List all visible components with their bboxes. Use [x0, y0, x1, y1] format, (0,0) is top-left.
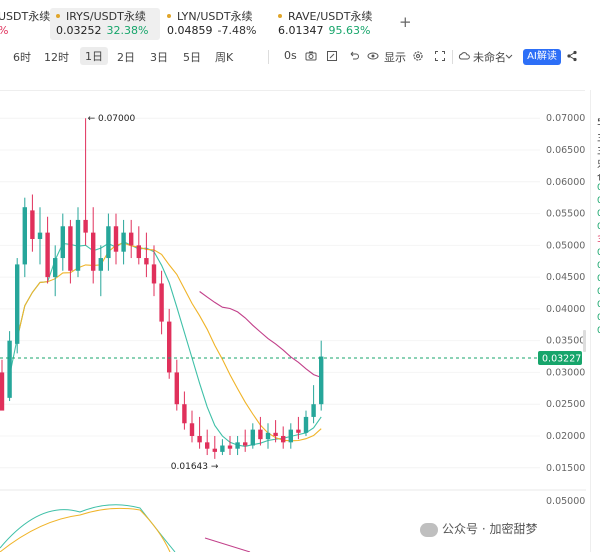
y-tick-label: 0.03000: [546, 367, 585, 378]
candle-down: [68, 226, 73, 271]
y-tick-label: 0.07000: [546, 113, 585, 124]
candle-down: [258, 429, 263, 440]
candle-up: [106, 226, 111, 259]
candle-down: [159, 283, 164, 322]
subpane-line-fast: [0, 504, 176, 552]
y-tick-label: 0.04500: [546, 272, 585, 283]
candle-up: [319, 356, 324, 405]
candle-up: [235, 442, 240, 449]
candle-up: [250, 429, 255, 446]
high-marker-label: ← 0.07000: [88, 114, 136, 124]
y-tick-label: 0.06500: [546, 145, 585, 156]
candle-up: [60, 226, 65, 259]
candle-down: [91, 232, 96, 271]
watermark-text: 公众号 · 加密甜梦: [442, 522, 538, 536]
price-markers: 0.03227 ← 0.07000 0.01643 →: [0, 114, 582, 472]
candle-down: [197, 435, 202, 443]
candle-down: [129, 232, 134, 246]
candle-up: [288, 429, 293, 443]
candlestick-series: [0, 118, 324, 459]
y-tick-label: 0.03500: [546, 336, 585, 347]
low-marker-label: 0.01643 →: [171, 462, 219, 472]
candle-down: [167, 321, 172, 373]
candle-up: [265, 432, 271, 440]
right-side-panel: 5三三只仓000030000000: [590, 90, 600, 552]
y-tick-label: 0.01500: [546, 463, 585, 474]
candle-up: [22, 207, 27, 265]
price-axis: 0.07000 0.06500 0.06000 0.05500 0.05000 0.045…: [546, 113, 586, 474]
candle-up: [15, 264, 20, 344]
y-tick-label: 0.02500: [546, 399, 585, 410]
subpane-line-slow: [0, 507, 171, 552]
chart-gridlines: [0, 117, 540, 469]
candle-down: [205, 442, 210, 449]
candle-down: [174, 372, 179, 405]
subpane-tick-label: 0.05000: [546, 496, 585, 507]
candle-down: [136, 245, 141, 259]
candle-down: [0, 372, 5, 411]
candle-down: [30, 210, 35, 239]
candle-down: [83, 219, 88, 233]
watermark: 公众号 · 加密甜梦: [420, 520, 537, 537]
candle-down: [189, 423, 195, 436]
candle-up: [37, 232, 43, 239]
y-tick-label: 0.04000: [546, 304, 585, 315]
candle-down: [281, 435, 286, 443]
candle-down: [227, 445, 233, 449]
price-chart[interactable]: 0.07000 0.06500 0.06000 0.05500 0.05000 0.045…: [0, 0, 600, 552]
y-tick-label: 0.06000: [546, 177, 585, 188]
scroll-handle: [583, 330, 586, 352]
candle-up: [220, 445, 225, 452]
subpane-line-long: [204, 537, 251, 552]
candle-up: [53, 258, 58, 278]
candle-down: [182, 404, 187, 424]
current-price-label: 0.03227: [542, 354, 581, 365]
y-tick-label: 0.05000: [546, 240, 585, 251]
candle-up: [7, 340, 12, 398]
candle-down: [45, 232, 50, 278]
wechat-icon: [420, 522, 438, 537]
candle-down: [243, 442, 248, 446]
y-tick-label: 0.05500: [546, 209, 585, 220]
candle-down: [151, 264, 157, 284]
candle-down: [113, 226, 119, 252]
ma-long-line: [199, 291, 322, 378]
y-tick-label: 0.02000: [546, 431, 585, 442]
candle-down: [273, 432, 278, 436]
candle-up: [121, 232, 126, 252]
candle-down: [296, 429, 301, 433]
candle-up: [98, 258, 103, 271]
candle-up: [311, 404, 316, 417]
candle-down: [144, 258, 149, 265]
candle-up: [303, 416, 309, 433]
candle-up: [75, 219, 81, 271]
candle-down: [212, 448, 217, 452]
